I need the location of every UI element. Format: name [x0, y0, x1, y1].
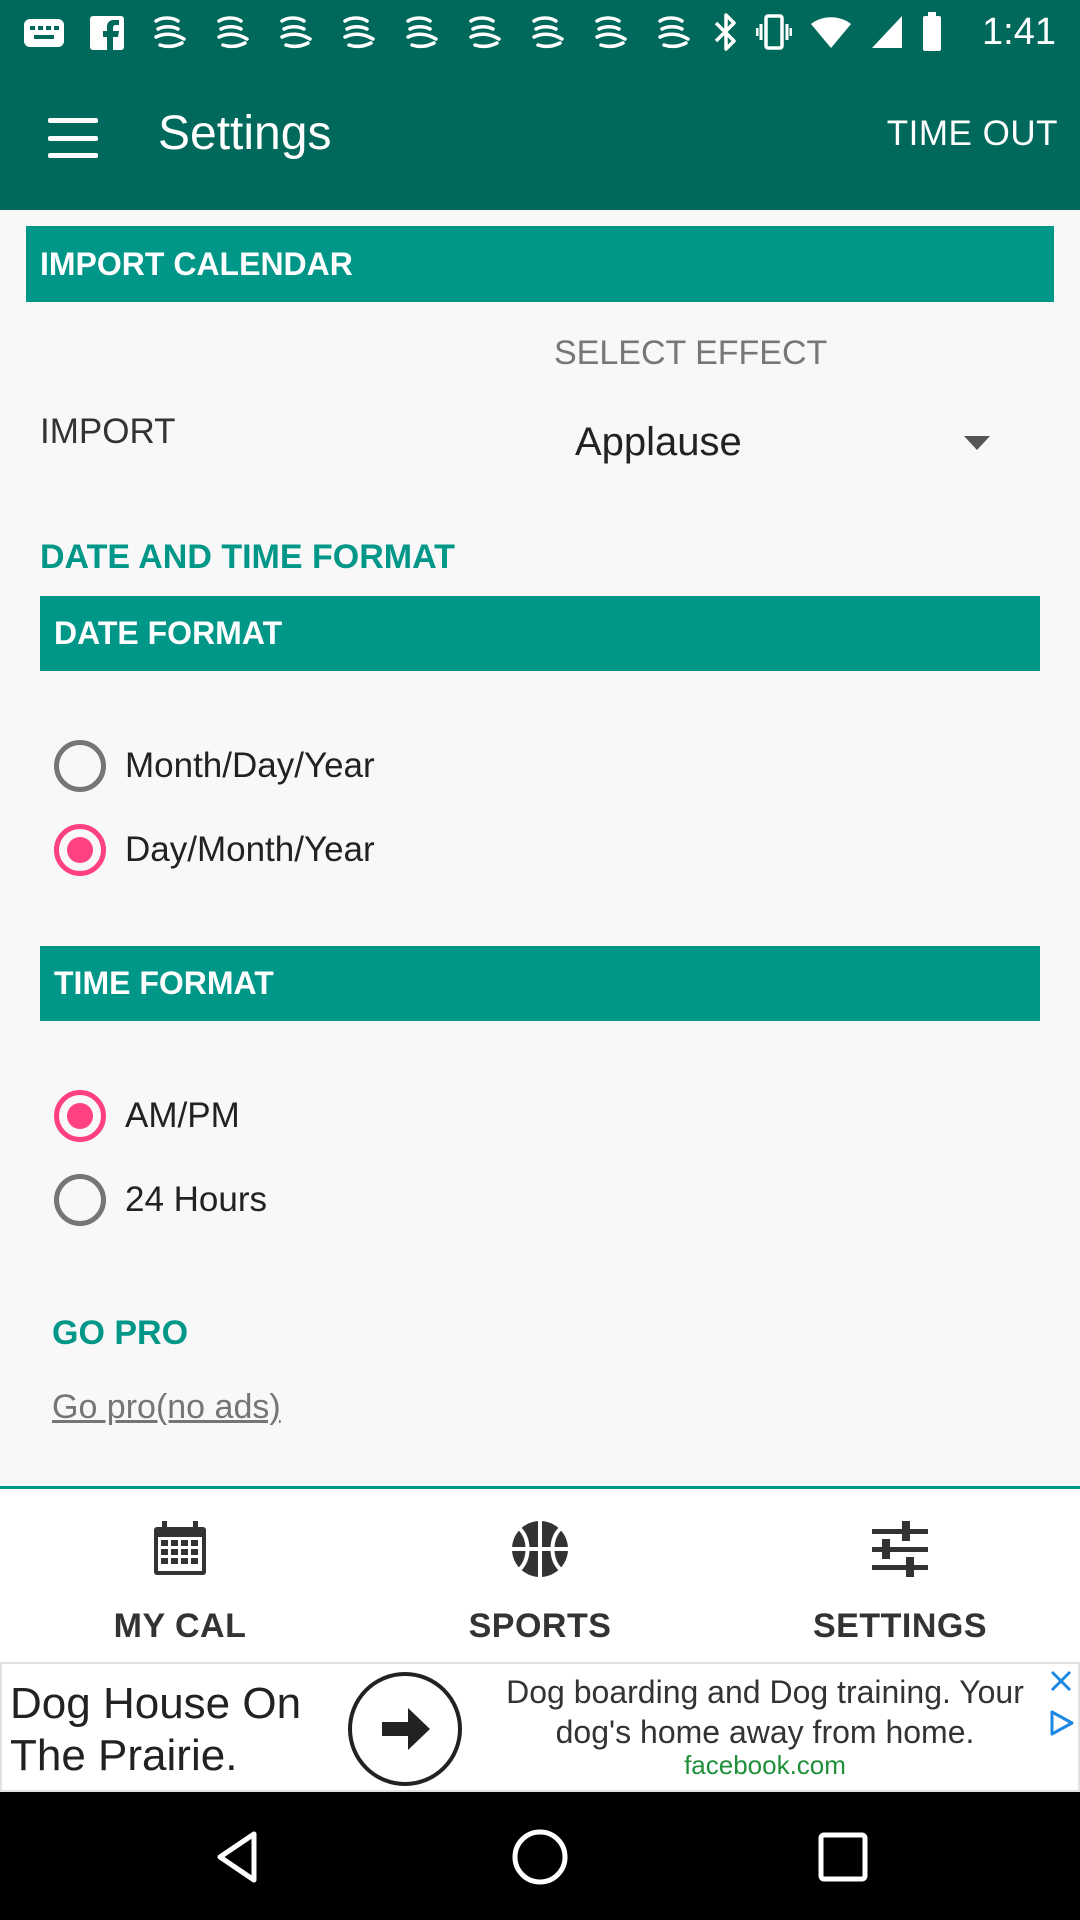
ad-banner[interactable]: Dog House On The Prairie. Dog boarding a…: [0, 1662, 1080, 1792]
bluetooth-icon: [714, 12, 738, 52]
clock: 1:41: [982, 10, 1056, 53]
photos-icon: [22, 15, 66, 51]
adchoices-icon[interactable]: [1044, 1706, 1078, 1740]
wifi-icon: [810, 14, 852, 50]
shoe-icon: [463, 15, 507, 51]
radio-am-pm[interactable]: AM/PM: [54, 1086, 240, 1146]
go-pro-link[interactable]: Go pro(no ads): [52, 1388, 281, 1427]
calendar-icon: [154, 1521, 206, 1575]
effect-dropdown[interactable]: Applause: [560, 406, 1020, 480]
shoe-icon: [589, 15, 633, 51]
radio-button-checked[interactable]: [54, 1090, 106, 1142]
app-bar: Settings TIME OUT: [0, 64, 1080, 210]
sliders-icon: [872, 1521, 928, 1577]
radio-label: Month/Day/Year: [125, 746, 375, 785]
ad-description[interactable]: Dog boarding and Dog training. Your dog'…: [470, 1672, 1060, 1752]
system-navigation-bar: [0, 1792, 1080, 1920]
basketball-icon: [512, 1521, 568, 1577]
nav-label: SETTINGS: [812, 1607, 988, 1645]
date-format-header: DATE FORMAT: [40, 596, 1040, 671]
ad-title[interactable]: Dog House On The Prairie.: [10, 1678, 340, 1782]
shoe-icon: [211, 15, 255, 51]
import-label: IMPORT: [40, 412, 176, 451]
vibrate-icon: [756, 12, 793, 52]
nav-sports[interactable]: SPORTS: [360, 1489, 720, 1665]
import-calendar-header[interactable]: IMPORT CALENDAR: [26, 226, 1054, 302]
system-status-icons: 1:41: [714, 10, 1056, 54]
radio-month-day-year[interactable]: Month/Day/Year: [54, 736, 375, 796]
effect-dropdown-value: Applause: [575, 420, 742, 464]
nav-my-cal[interactable]: MY CAL: [0, 1489, 360, 1665]
facebook-icon: [85, 15, 129, 51]
radio-24-hours[interactable]: 24 Hours: [54, 1170, 267, 1230]
radio-day-month-year[interactable]: Day/Month/Year: [54, 820, 375, 880]
time-out-button[interactable]: TIME OUT: [887, 114, 1058, 154]
nav-label: SPORTS: [468, 1607, 612, 1645]
radio-button[interactable]: [54, 1174, 106, 1226]
ad-close-icon[interactable]: [1044, 1664, 1078, 1698]
shoe-icon: [400, 15, 444, 51]
recents-icon[interactable]: [808, 1822, 878, 1892]
dropdown-arrow-icon: [964, 436, 990, 450]
ad-arrow-button[interactable]: [348, 1672, 462, 1786]
shoe-icon: [148, 15, 192, 51]
select-effect-label: SELECT EFFECT: [554, 334, 828, 372]
shoe-icon: [274, 15, 318, 51]
battery-icon: [922, 12, 942, 52]
shoe-icon: [526, 15, 570, 51]
radio-label: Day/Month/Year: [125, 830, 375, 869]
nav-label: MY CAL: [113, 1607, 247, 1645]
radio-label: 24 Hours: [125, 1180, 268, 1219]
notification-icons: [22, 14, 715, 52]
go-pro-title: GO PRO: [52, 1314, 189, 1352]
back-icon[interactable]: [204, 1822, 274, 1892]
shoe-icon: [652, 15, 696, 51]
shoe-icon: [337, 15, 381, 51]
radio-button[interactable]: [54, 740, 106, 792]
cell-signal-icon: [870, 14, 904, 50]
time-format-header: TIME FORMAT: [40, 946, 1040, 1021]
date-time-format-title: DATE AND TIME FORMAT: [40, 538, 455, 576]
arrow-right-icon: [382, 1708, 430, 1750]
nav-settings[interactable]: SETTINGS: [720, 1489, 1080, 1665]
menu-icon[interactable]: [38, 110, 108, 166]
page-title: Settings: [158, 107, 332, 160]
radio-button-checked[interactable]: [54, 824, 106, 876]
radio-label: AM/PM: [125, 1096, 240, 1135]
ad-domain[interactable]: facebook.com: [470, 1750, 1060, 1781]
home-icon[interactable]: [505, 1822, 575, 1892]
status-bar: 1:41: [0, 0, 1080, 64]
bottom-navigation: MY CAL SPORTS SETTINGS: [0, 1486, 1080, 1662]
